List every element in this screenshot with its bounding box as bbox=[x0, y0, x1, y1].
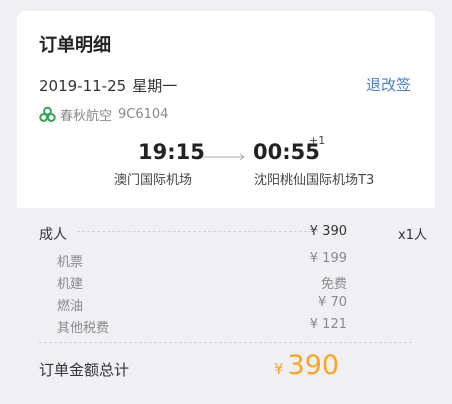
ticket-fee-label: 机票 bbox=[57, 255, 84, 270]
change-refund-link[interactable]: 退改签 bbox=[366, 74, 411, 95]
total-divider bbox=[39, 342, 412, 343]
fee-row: 机票 ¥ 199 bbox=[39, 251, 427, 271]
passenger-count: x1人 bbox=[398, 228, 427, 243]
total-value: 390 bbox=[287, 350, 340, 381]
airline-name: 春秋航空 bbox=[60, 109, 113, 124]
currency-symbol: ¥ bbox=[274, 360, 284, 378]
spring-airlines-logo-icon bbox=[39, 106, 56, 122]
airport-fee-amount: 免费 bbox=[320, 277, 347, 292]
fuel-fee-amount: ¥ 70 bbox=[318, 295, 347, 310]
total-label: 订单金额总计 bbox=[39, 361, 130, 379]
departure-time: 19:15 bbox=[138, 140, 205, 164]
fee-row: 其他税费 ¥ 121 bbox=[39, 317, 427, 337]
other-tax-label: 其他税费 bbox=[57, 321, 110, 336]
flight-number: 9C6104 bbox=[118, 107, 169, 122]
arrival-airport: 沈阳桃仙国际机场T3 bbox=[254, 173, 375, 188]
fuel-fee-label: 燃油 bbox=[57, 299, 84, 314]
order-detail-card: 订单明细 2019-11-25 星期一 退改签 春秋航空 9C6104 19:15… bbox=[17, 11, 435, 208]
price-breakdown: 成人 ¥ 390 x1人 机票 ¥ 199 机建 免费 燃油 ¥ 70 其他税费… bbox=[17, 208, 435, 398]
departure-airport: 澳门国际机场 bbox=[114, 173, 193, 188]
adult-fare-row: 成人 ¥ 390 x1人 bbox=[39, 224, 427, 244]
next-day-badge: +1 bbox=[309, 134, 326, 147]
arrow-right-icon bbox=[202, 153, 245, 161]
date-text: 2019-11-25 bbox=[39, 77, 127, 95]
adult-label: 成人 bbox=[39, 227, 67, 243]
adult-divider bbox=[77, 231, 317, 232]
flight-date: 2019-11-25 星期一 bbox=[39, 75, 177, 96]
airport-fee-label: 机建 bbox=[57, 277, 84, 292]
flight-route: 19:15 00:55 +1 澳门国际机场 沈阳桃仙国际机场T3 bbox=[17, 134, 435, 190]
total-amount: ¥390 bbox=[274, 350, 339, 381]
ticket-fee-amount: ¥ 199 bbox=[309, 251, 347, 266]
card-title: 订单明细 bbox=[39, 35, 111, 56]
fee-row: 燃油 ¥ 70 bbox=[39, 295, 427, 315]
fee-row: 机建 免费 bbox=[39, 273, 427, 293]
other-tax-amount: ¥ 121 bbox=[309, 317, 347, 332]
airline-info: 春秋航空 9C6104 bbox=[39, 105, 168, 124]
weekday-text: 星期一 bbox=[132, 77, 178, 95]
